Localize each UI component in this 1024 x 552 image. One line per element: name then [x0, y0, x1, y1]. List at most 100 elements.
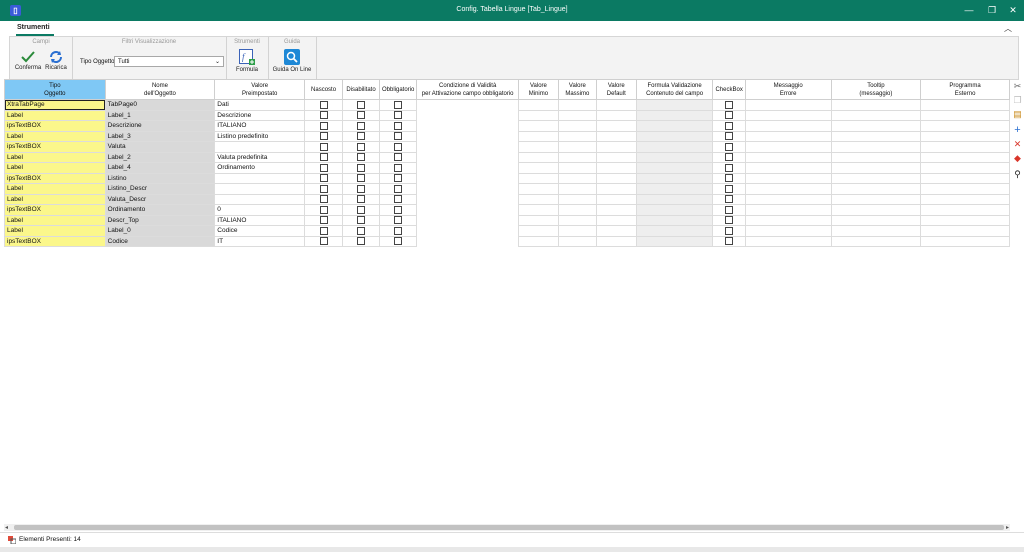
cell-condizione[interactable] [416, 110, 519, 121]
checkbox-checkbox[interactable] [725, 100, 734, 109]
cell-programma[interactable] [920, 99, 1010, 111]
cell-messaggio[interactable] [744, 130, 832, 142]
cell-min[interactable] [517, 235, 559, 247]
cell-valore[interactable]: 0 [214, 204, 306, 216]
cell-nascosto[interactable] [304, 183, 344, 195]
cell-tipo[interactable]: Label [4, 193, 106, 205]
cell-min[interactable] [517, 225, 559, 237]
scroll-thumb[interactable] [14, 525, 1004, 530]
cell-nome[interactable]: Codice [104, 235, 216, 247]
cell-formula[interactable] [635, 141, 714, 153]
cell-checkbox[interactable] [712, 204, 746, 216]
disabilitato-checkbox[interactable] [357, 121, 365, 130]
cell-formula[interactable] [635, 109, 714, 121]
cell-tipo[interactable]: ipsTextBOX [4, 204, 106, 216]
disabilitato-checkbox[interactable] [357, 226, 365, 235]
cell-tooltip[interactable] [830, 162, 922, 174]
close-button[interactable]: ✕ [1006, 4, 1020, 17]
cell-messaggio[interactable] [744, 183, 832, 195]
obbligatorio-checkbox[interactable] [394, 163, 403, 172]
cell-min[interactable] [517, 99, 559, 111]
cell-messaggio[interactable] [744, 151, 832, 163]
cell-programma[interactable] [920, 225, 1010, 237]
cell-condizione[interactable] [416, 194, 519, 205]
nascosto-checkbox[interactable] [319, 111, 328, 120]
disabilitato-checkbox[interactable] [357, 195, 365, 204]
cell-checkbox[interactable] [712, 235, 746, 247]
scroll-left-icon[interactable]: ◂ [5, 524, 8, 531]
cell-tooltip[interactable] [830, 204, 922, 216]
cell-valore[interactable]: Listino predefinito [214, 130, 306, 142]
cell-messaggio[interactable] [744, 109, 832, 121]
cell-formula[interactable] [635, 130, 714, 142]
nascosto-checkbox[interactable] [319, 184, 328, 193]
checkbox-checkbox[interactable] [725, 142, 734, 151]
cell-disabilitato[interactable] [342, 204, 380, 216]
cell-nascosto[interactable] [304, 204, 344, 216]
cell-obbligatorio[interactable] [378, 214, 418, 226]
obbligatorio-checkbox[interactable] [394, 205, 403, 214]
cell-disabilitato[interactable] [342, 130, 380, 142]
horizontal-scrollbar[interactable]: ◂ ▸ [4, 524, 1010, 531]
table-row[interactable]: XtraTabPage TabPage0 Dati [4, 99, 1010, 111]
cell-nascosto[interactable] [304, 99, 344, 111]
cell-nascosto[interactable] [304, 235, 344, 247]
cell-default[interactable] [595, 162, 637, 174]
cell-default[interactable] [595, 109, 637, 121]
cell-programma[interactable] [920, 193, 1010, 205]
cell-min[interactable] [517, 162, 559, 174]
cell-condizione[interactable] [416, 131, 519, 142]
nascosto-checkbox[interactable] [319, 237, 328, 246]
cell-checkbox[interactable] [712, 109, 746, 121]
cell-obbligatorio[interactable] [378, 130, 418, 142]
delete-icon[interactable]: ✕ [1012, 139, 1023, 150]
nascosto-checkbox[interactable] [319, 216, 328, 225]
cell-valore[interactable]: Valuta predefinita [214, 151, 306, 163]
cell-max[interactable] [557, 193, 597, 205]
obbligatorio-checkbox[interactable] [394, 195, 403, 204]
cell-max[interactable] [557, 204, 597, 216]
col-header-programma[interactable]: Programma Esterno [920, 79, 1010, 100]
cell-nascosto[interactable] [304, 130, 344, 142]
col-header-valore[interactable]: Valore Preimpostato [214, 79, 306, 100]
disabilitato-checkbox[interactable] [357, 205, 365, 214]
checkbox-checkbox[interactable] [725, 216, 734, 225]
cell-formula[interactable] [635, 204, 714, 216]
table-row[interactable]: Label Label_3 Listino predefinito [4, 130, 1010, 142]
cell-nascosto[interactable] [304, 109, 344, 121]
cell-tooltip[interactable] [830, 183, 922, 195]
cell-disabilitato[interactable] [342, 172, 380, 184]
cell-checkbox[interactable] [712, 120, 746, 132]
cell-nascosto[interactable] [304, 193, 344, 205]
checkbox-checkbox[interactable] [725, 226, 734, 235]
cell-valore[interactable]: IT [214, 235, 306, 247]
cell-nascosto[interactable] [304, 225, 344, 237]
cell-formula[interactable] [635, 151, 714, 163]
checkbox-checkbox[interactable] [725, 174, 734, 183]
cell-tooltip[interactable] [830, 235, 922, 247]
cell-nome[interactable]: Label_3 [104, 130, 216, 142]
cell-disabilitato[interactable] [342, 141, 380, 153]
cell-valore[interactable] [214, 141, 306, 153]
cell-tooltip[interactable] [830, 130, 922, 142]
cell-checkbox[interactable] [712, 225, 746, 237]
cell-max[interactable] [557, 109, 597, 121]
cell-tooltip[interactable] [830, 193, 922, 205]
cell-default[interactable] [595, 130, 637, 142]
cell-tipo[interactable]: Label [4, 214, 106, 226]
cell-checkbox[interactable] [712, 172, 746, 184]
maximize-button[interactable]: ❐ [985, 4, 999, 17]
disabilitato-checkbox[interactable] [357, 216, 365, 225]
add-icon[interactable]: + [1012, 125, 1023, 136]
cell-nome[interactable]: Descr_Top [104, 214, 216, 226]
checkbox-checkbox[interactable] [725, 237, 734, 246]
cell-max[interactable] [557, 172, 597, 184]
cell-programma[interactable] [920, 235, 1010, 247]
cell-messaggio[interactable] [744, 204, 832, 216]
obbligatorio-checkbox[interactable] [394, 142, 403, 151]
cell-nome[interactable]: TabPage0 [104, 99, 216, 111]
cell-tooltip[interactable] [830, 225, 922, 237]
cell-nome[interactable]: Label_1 [104, 109, 216, 121]
cell-obbligatorio[interactable] [378, 109, 418, 121]
cell-min[interactable] [517, 109, 559, 121]
